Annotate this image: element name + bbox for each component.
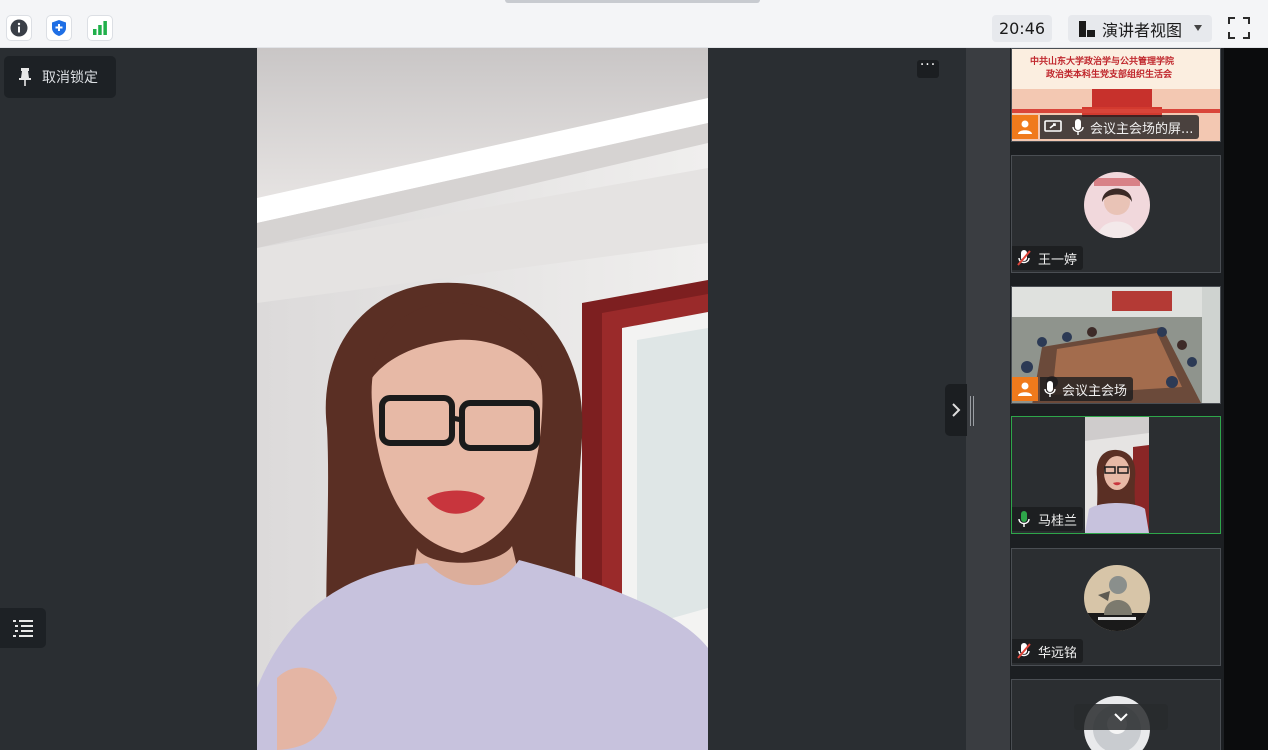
participant-name: 会议主会场: [1062, 383, 1128, 399]
microphone-icon: [1044, 381, 1056, 397]
screen-share-icon: [1044, 120, 1062, 132]
top-toolbar: 20:46 演讲者视图: [0, 0, 1268, 48]
chevron-down-icon: [1194, 25, 1202, 31]
microphone-muted-icon: [1017, 250, 1031, 266]
view-mode-label: 演讲者视图: [1102, 20, 1183, 40]
participant-name: 华远铭: [1038, 645, 1078, 661]
list-icon: [13, 620, 33, 637]
microphone-muted-icon: [1017, 643, 1031, 659]
layout-icon: [1079, 20, 1095, 37]
participant-tile-active[interactable]: 马桂兰: [1011, 416, 1221, 534]
info-icon[interactable]: [6, 15, 32, 41]
shield-icon[interactable]: [46, 15, 72, 41]
host-icon: [1012, 377, 1038, 401]
banner-line-2: 政治类本科生党支部组织生活会: [1046, 70, 1173, 80]
right-edge: [1224, 48, 1268, 750]
meeting-clock: 20:46: [992, 15, 1052, 42]
collapse-panel-button[interactable]: [945, 384, 967, 436]
participant-name-chip: 王一婷: [1012, 246, 1084, 270]
participant-name-chip: 会议主会场: [1040, 377, 1134, 401]
speaker-video: [257, 48, 708, 750]
participant-name: 王一婷: [1038, 252, 1078, 268]
pin-icon: [19, 68, 31, 86]
avatar: [1084, 172, 1150, 238]
participant-tile[interactable]: 华远铭: [1011, 548, 1221, 666]
participant-tile[interactable]: 中共山东大学政治学与公共管理学院 政治类本科生党支部组织生活会 会议主会场的屏.…: [1011, 48, 1221, 142]
unlock-button[interactable]: 取消锁定: [4, 56, 116, 98]
participant-name-chip: 华远铭: [1012, 639, 1084, 663]
scroll-down-button[interactable]: [1074, 704, 1168, 730]
main-stage: 取消锁定 ···: [0, 48, 966, 750]
resize-handle[interactable]: [970, 396, 974, 426]
participant-tile[interactable]: 会议主会场: [1011, 286, 1221, 404]
participant-list-button[interactable]: [0, 608, 46, 648]
banner-line-1: 中共山东大学政治学与公共管理学院: [1030, 57, 1175, 67]
view-mode-dropdown[interactable]: 演讲者视图: [1068, 15, 1212, 42]
avatar: [1084, 565, 1150, 631]
fullscreen-icon[interactable]: [1226, 15, 1252, 41]
signal-icon[interactable]: [87, 15, 113, 41]
panel-rail: [966, 48, 1010, 750]
participant-name-chip: 马桂兰: [1012, 507, 1084, 531]
window-grip[interactable]: [505, 0, 760, 3]
chevron-right-icon: [952, 403, 961, 417]
chevron-down-icon: [1114, 713, 1128, 722]
participant-name: 会议主会场的屏...: [1090, 121, 1194, 137]
microphone-icon: [1072, 119, 1084, 135]
more-options-button[interactable]: ···: [917, 58, 939, 78]
unlock-label: 取消锁定: [42, 70, 98, 86]
participant-name-chip: 会议主会场的屏...: [1040, 115, 1200, 139]
participant-tile[interactable]: 王一婷: [1011, 155, 1221, 273]
participant-name: 马桂兰: [1038, 513, 1078, 529]
host-icon: [1012, 115, 1038, 139]
microphone-active-icon: [1018, 511, 1030, 527]
